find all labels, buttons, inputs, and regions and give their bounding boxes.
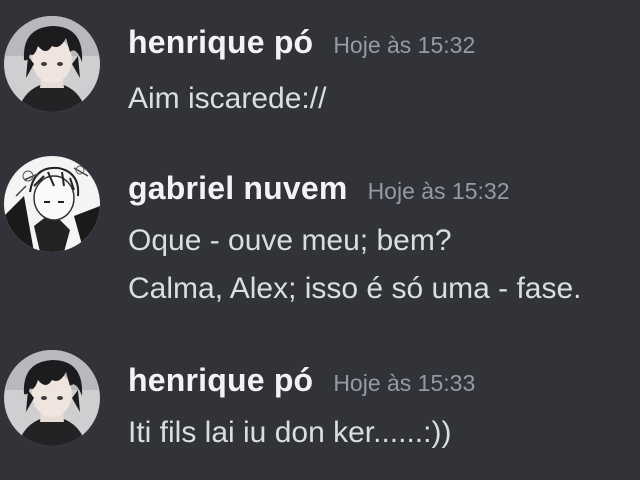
avatar[interactable]: [4, 156, 100, 252]
timestamp: Hoje às 15:33: [333, 370, 476, 396]
avatar[interactable]: [4, 350, 100, 446]
timestamp: Hoje às 15:32: [367, 178, 510, 204]
message-header: henrique pó Hoje às 15:32: [128, 24, 475, 61]
message-header: gabriel nuvem Hoje às 15:32: [128, 170, 510, 207]
message-header: henrique pó Hoje às 15:33: [128, 362, 475, 399]
username[interactable]: henrique pó: [128, 24, 313, 61]
username[interactable]: henrique pó: [128, 362, 313, 399]
message-group: henrique pó Hoje às 15:32 Aim iscarede:/…: [0, 0, 640, 140]
timestamp: Hoje às 15:32: [333, 32, 476, 58]
message-group: gabriel nuvem Hoje às 15:32 Oque - ouve …: [0, 140, 640, 340]
manga-sketch-avatar-icon: [4, 156, 100, 252]
dark-haired-anime-avatar-icon: [4, 16, 100, 112]
message-text: Iti fils lai iu don ker......:)): [128, 416, 452, 449]
avatar[interactable]: [4, 16, 100, 112]
dark-haired-anime-avatar-icon: [4, 350, 100, 446]
message-group: henrique pó Hoje às 15:33 Iti fils lai i…: [0, 340, 640, 480]
message-text: Aim iscarede://: [128, 82, 327, 115]
message-text: Oque - ouve meu; bem?: [128, 224, 452, 257]
message-text: Calma, Alex; isso é só uma - fase.: [128, 272, 582, 305]
username[interactable]: gabriel nuvem: [128, 170, 348, 207]
